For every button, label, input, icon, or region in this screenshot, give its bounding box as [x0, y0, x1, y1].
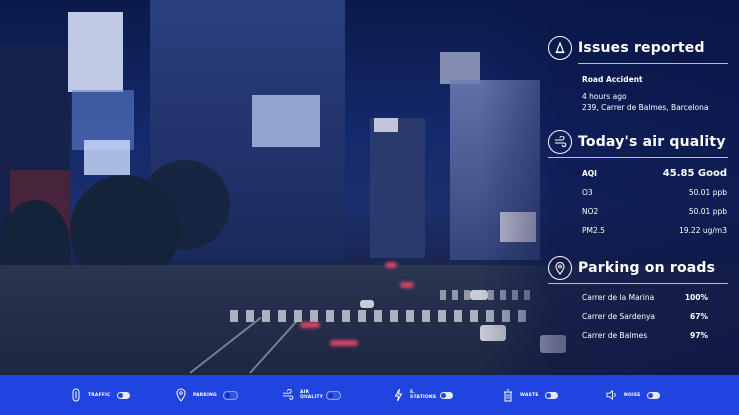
billboard — [68, 12, 123, 92]
toolbar-label: PARKING — [193, 392, 217, 398]
parking-street: Carrer de Sardenya — [582, 312, 656, 321]
parking-value: 100% — [684, 293, 708, 302]
aqi-value: 45.85 Good — [662, 168, 727, 179]
wind-icon — [282, 388, 294, 402]
parking-row[interactable]: Carrer de Balmes 97% — [582, 326, 708, 345]
toolbar-label: TRAFFIC — [88, 392, 111, 398]
billboard — [252, 95, 320, 147]
car-light — [330, 340, 358, 346]
toolbar-item-air-quality[interactable]: AIR QUALITY — [282, 375, 341, 415]
toolbar-item-noise[interactable]: NOISE — [606, 375, 660, 415]
no2-label: NO2 — [582, 207, 599, 216]
issues-section: Issues reported Road Accident 4 hours ag… — [548, 36, 728, 113]
aqi-label: AQI — [582, 169, 597, 178]
toolbar-label: NOISE — [624, 392, 641, 398]
o3-label: O3 — [582, 188, 593, 197]
issues-title: Issues reported — [578, 40, 705, 56]
air-quality-toggle[interactable] — [326, 390, 341, 400]
bolt-icon — [392, 388, 404, 402]
toolbar-item-parking[interactable]: PARKING — [175, 375, 238, 415]
parking-value: 97% — [690, 331, 708, 340]
toolbar-item-waste[interactable]: WASTE — [502, 375, 558, 415]
toolbar-item-traffic[interactable]: TRAFFIC — [70, 375, 130, 415]
traffic-icon — [70, 388, 82, 402]
parking-icon — [175, 388, 187, 402]
car — [360, 300, 374, 308]
no2-value: 50.01 ppb — [688, 207, 727, 216]
issue-time: 4 hours ago — [582, 92, 627, 101]
divider — [578, 63, 728, 64]
air-row-o3: O3 50.01 ppb — [582, 183, 727, 202]
toolbar-label: AIR QUALITY — [300, 390, 324, 400]
car-light — [400, 282, 414, 288]
trash-icon — [502, 388, 514, 402]
noise-toggle[interactable] — [646, 391, 660, 399]
air-row-aqi: AQI 45.85 Good — [582, 164, 727, 183]
parking-section: Parking on roads Carrer de la Marina 100… — [548, 256, 728, 345]
issue-address: 239, Carrer de Balmes, Barcelona — [582, 103, 709, 112]
traffic-cone-icon — [548, 36, 572, 60]
air-quality-section: Today's air quality AQI 45.85 Good O3 50… — [548, 130, 728, 240]
divider — [548, 283, 728, 284]
toolbar-item-e-stations[interactable]: E. STATIONS — [392, 375, 453, 415]
air-quality-title: Today's air quality — [578, 134, 726, 150]
parking-title: Parking on roads — [578, 260, 716, 276]
tree — [140, 160, 230, 250]
location-pin-icon — [548, 256, 572, 280]
layer-toolbar: TRAFFIC PARKING AIR QUALITY E. STATIONS … — [0, 375, 739, 415]
traffic-toggle[interactable] — [116, 391, 130, 399]
waste-toggle[interactable] — [544, 391, 558, 399]
billboard — [84, 140, 130, 175]
e-stations-toggle[interactable] — [440, 391, 453, 399]
building — [370, 118, 425, 258]
toolbar-label: E. STATIONS — [410, 390, 437, 400]
car-light — [300, 322, 320, 328]
speaker-icon — [606, 388, 618, 402]
issue-title[interactable]: Road Accident — [582, 74, 728, 85]
toolbar-label: WASTE — [520, 392, 539, 398]
divider — [548, 157, 728, 158]
parking-street: Carrer de la Marina — [582, 293, 655, 302]
parking-value: 67% — [690, 312, 708, 321]
pm25-label: PM2.5 — [582, 226, 605, 235]
o3-value: 50.01 ppb — [688, 188, 727, 197]
wind-icon — [548, 130, 572, 154]
pm25-value: 19.22 ug/m3 — [679, 226, 727, 235]
sign — [374, 118, 398, 132]
car-light — [385, 262, 397, 268]
parking-row[interactable]: Carrer de Sardenya 67% — [582, 307, 708, 326]
air-row-pm25: PM2.5 19.22 ug/m3 — [582, 221, 727, 240]
air-row-no2: NO2 50.01 ppb — [582, 202, 727, 221]
parking-row[interactable]: Carrer de la Marina 100% — [582, 288, 708, 307]
parking-toggle[interactable] — [222, 390, 238, 400]
parking-street: Carrer de Balmes — [582, 331, 648, 340]
